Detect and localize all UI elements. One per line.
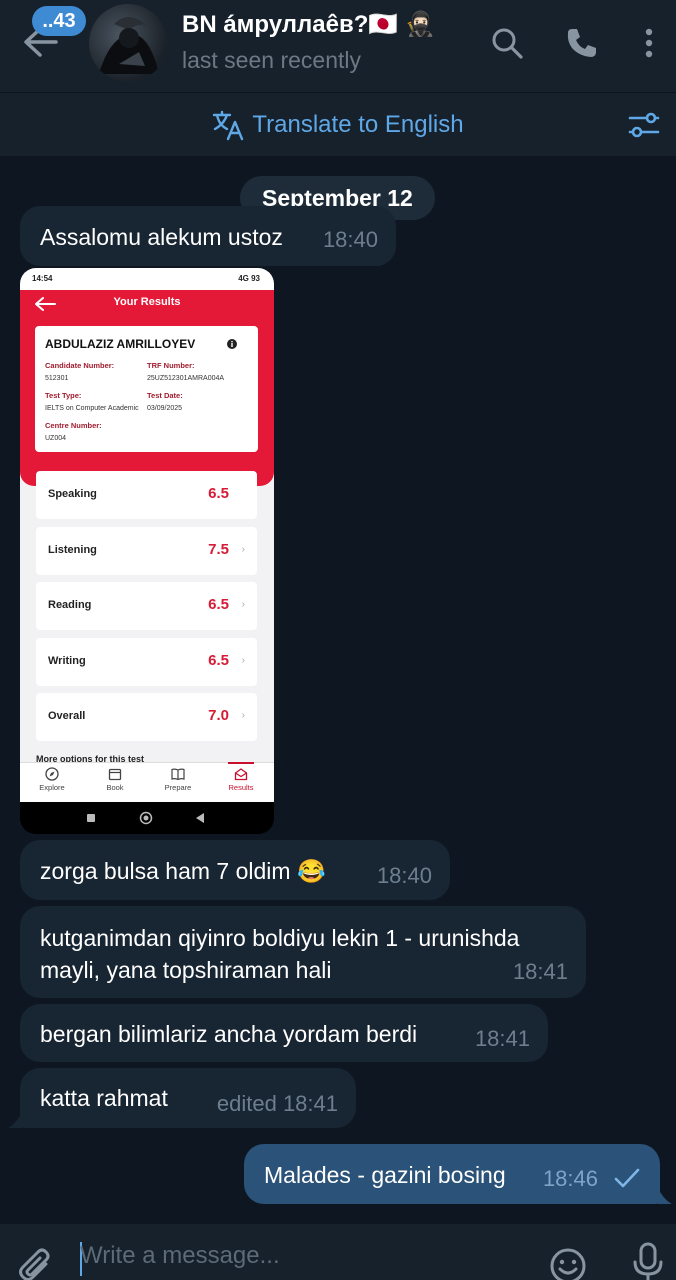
- message-time: 18:41: [474, 1026, 530, 1051]
- translate-bar: Translate to English: [0, 92, 676, 156]
- bubble-tail: [658, 1188, 672, 1204]
- phone-status-bar: 14:54 4G 93: [20, 268, 274, 290]
- test-date-label: Test Date:: [147, 391, 183, 400]
- translate-label: Translate to English: [252, 111, 464, 138]
- score-label: Reading: [48, 599, 92, 611]
- avatar[interactable]: [89, 4, 167, 82]
- message-bubble[interactable]: kutganimdan qiyinro boldiyu lekin 1 - ur…: [20, 906, 586, 998]
- open-book-icon: [171, 768, 185, 781]
- score-label: Writing: [48, 655, 86, 667]
- message-bubble[interactable]: Assalomu alekum ustoz 18:40: [20, 206, 396, 266]
- info-icon: [227, 339, 237, 349]
- message-bubble[interactable]: zorga bulsa ham 7 oldim 😂 18:40: [20, 840, 450, 900]
- message-text: katta rahmat: [40, 1085, 168, 1111]
- nav-explore: Explore: [22, 767, 82, 792]
- calendar-icon: [108, 768, 122, 781]
- score-row-reading: Reading 6.5 ›: [36, 582, 257, 630]
- nav-prepare: Prepare: [148, 767, 208, 792]
- trf-label: TRF Number:: [147, 361, 195, 370]
- nav-label: Prepare: [164, 783, 192, 792]
- unread-count-badge[interactable]: ..43: [32, 6, 86, 36]
- score-value: 6.5: [208, 652, 229, 669]
- candidate-card: ABDULAZIZ AMRILLOYEV Candidate Number: 5…: [35, 326, 258, 452]
- message-text: bergan bilimlariz ancha yordam berdi: [40, 1021, 418, 1047]
- message-text: Assalomu alekum ustoz: [40, 224, 283, 250]
- chat-status: last seen recently: [182, 47, 361, 73]
- results-bottom-nav: Explore Book Prepare Results: [20, 762, 274, 802]
- test-type-value: IELTS on Computer Academic: [45, 405, 139, 412]
- recents-icon: [87, 814, 95, 822]
- translate-button[interactable]: Translate to English: [0, 93, 676, 157]
- score-row-overall: Overall 7.0 ›: [36, 693, 257, 741]
- candidate-number-label: Candidate Number:: [45, 361, 115, 370]
- test-date-value: 03/09/2025: [147, 405, 183, 412]
- score-label: Speaking: [48, 488, 97, 500]
- phone-status-time: 14:54: [32, 274, 53, 283]
- trf-value: 25UZ512301AMRA004A: [147, 375, 225, 382]
- chevron-right-icon: ›: [241, 710, 245, 721]
- centre-number-value: UZ004: [45, 435, 67, 442]
- message-time: 18:40: [376, 863, 432, 888]
- emoji-icon[interactable]: [548, 1246, 588, 1280]
- score-label: Overall: [48, 710, 86, 722]
- message-time: edited 18:41: [216, 1091, 338, 1116]
- score-value: 6.5: [208, 596, 229, 613]
- candidate-name: ABDULAZIZ AMRILLOYEV: [45, 337, 196, 351]
- avatar-image: [99, 16, 159, 74]
- back-triangle-icon: [196, 813, 204, 823]
- score-row-writing: Writing 6.5 ›: [36, 638, 257, 686]
- message-input[interactable]: [80, 1234, 520, 1278]
- check-icon: [614, 1168, 640, 1188]
- centre-number-label: Centre Number:: [45, 421, 102, 430]
- bubble-tail: [8, 1112, 22, 1128]
- phone-status-right: 4G 93: [238, 274, 260, 283]
- score-row-speaking: Speaking 6.5: [36, 471, 257, 519]
- nav-results: Results: [211, 762, 271, 792]
- score-row-listening: Listening 7.5 ›: [36, 527, 257, 575]
- compass-icon: [45, 767, 59, 781]
- more-vertical-icon[interactable]: [632, 26, 666, 60]
- chevron-right-icon: ›: [241, 655, 245, 666]
- results-envelope-icon: [234, 768, 248, 781]
- chat-header: ..43 BN áмруллаêв?🇯🇵 🥷🏻 last seen recent…: [0, 0, 676, 92]
- outgoing-message-bubble[interactable]: Malades - gazini bosing 18:46: [244, 1144, 660, 1204]
- nav-label: Results: [228, 783, 254, 792]
- message-text-line1: kutganimdan qiyinro boldiyu lekin 1 - ur…: [40, 925, 520, 951]
- home-icon: [139, 811, 153, 825]
- message-bubble[interactable]: katta rahmat edited 18:41: [20, 1068, 356, 1128]
- attach-icon[interactable]: [16, 1246, 56, 1280]
- chevron-right-icon: ›: [241, 599, 245, 610]
- message-bubble[interactable]: bergan bilimlariz ancha yordam berdi 18:…: [20, 1004, 548, 1062]
- nav-label: Book: [106, 783, 124, 792]
- candidate-number-value: 512301: [45, 375, 69, 382]
- score-value: 7.5: [208, 541, 229, 558]
- phone-icon[interactable]: [565, 26, 599, 60]
- translate-icon: [213, 110, 244, 141]
- search-icon[interactable]: [490, 26, 524, 60]
- message-time: 18:40: [322, 227, 378, 252]
- message-text: zorga bulsa ham 7 oldim 😂: [40, 858, 326, 884]
- message-time: 18:46: [542, 1166, 598, 1191]
- chat-title[interactable]: BN áмруллаêв?🇯🇵 🥷🏻: [182, 10, 435, 39]
- message-text: Malades - gazini bosing: [264, 1162, 506, 1188]
- message-time: 18:41: [512, 959, 568, 984]
- results-title: Your Results: [113, 296, 181, 308]
- nav-book: Book: [85, 767, 145, 792]
- score-value: 7.0: [208, 707, 229, 724]
- chevron-right-icon: ›: [241, 544, 245, 555]
- photo-attachment[interactable]: Your Results 14:54 4G 93 ABDULAZIZ AMRIL…: [20, 268, 274, 834]
- nav-label: Explore: [39, 783, 65, 792]
- score-value: 6.5: [208, 485, 229, 502]
- score-label: Listening: [48, 544, 97, 556]
- microphone-icon[interactable]: [630, 1242, 666, 1280]
- test-type-label: Test Type:: [45, 391, 82, 400]
- message-text-line2: mayli, yana topshiraman hali: [40, 957, 332, 983]
- android-nav-bar: [20, 802, 274, 834]
- message-input-bar: [0, 1224, 676, 1280]
- filter-icon[interactable]: [626, 107, 662, 143]
- active-indicator: [228, 762, 254, 764]
